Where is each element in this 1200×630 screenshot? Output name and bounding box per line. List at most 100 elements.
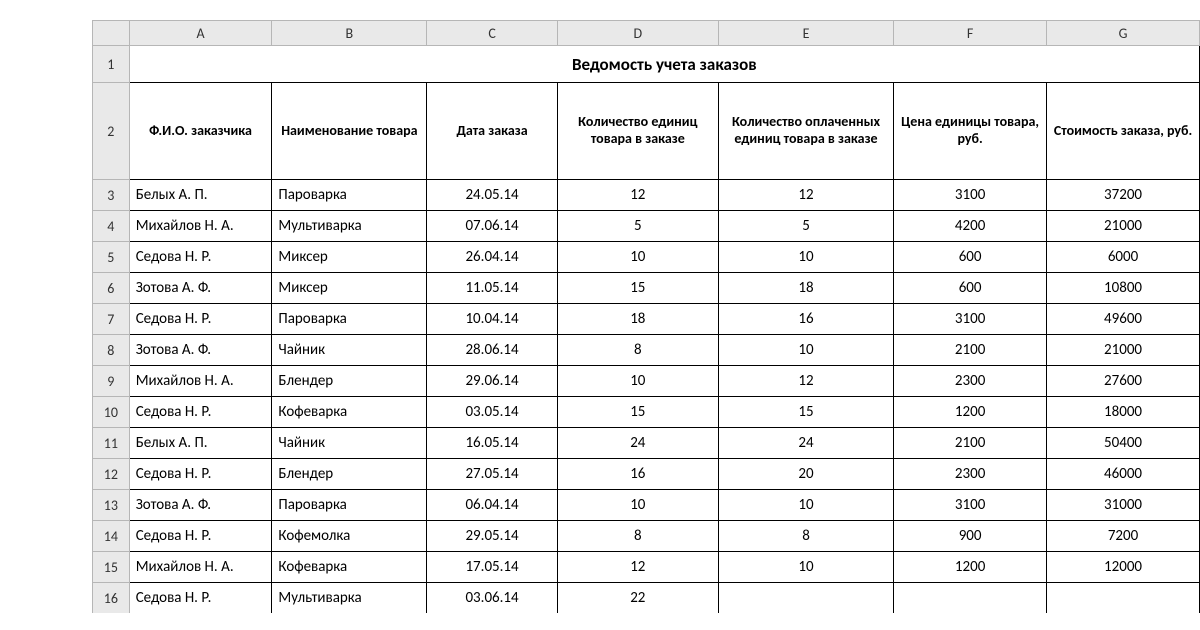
- cell-B15[interactable]: Кофеварка: [272, 552, 427, 583]
- row-header-15[interactable]: 15: [93, 552, 130, 583]
- cell-G5[interactable]: 6000: [1047, 242, 1200, 273]
- cell-G3[interactable]: 37200: [1047, 180, 1200, 211]
- title-cell[interactable]: Ведомость учета заказов: [129, 46, 1199, 83]
- row-header-2[interactable]: 2: [93, 83, 130, 180]
- col-header-F[interactable]: F: [894, 21, 1047, 46]
- cell-E12[interactable]: 20: [718, 459, 893, 490]
- cell-B5[interactable]: Миксер: [272, 242, 427, 273]
- row-header-9[interactable]: 9: [93, 366, 130, 397]
- cell-C8[interactable]: 28.06.14: [427, 335, 557, 366]
- cell-C14[interactable]: 29.05.14: [427, 521, 557, 552]
- cell-C3[interactable]: 24.05.14: [427, 180, 557, 211]
- cell-F8[interactable]: 2100: [894, 335, 1047, 366]
- cell-F12[interactable]: 2300: [894, 459, 1047, 490]
- cell-E10[interactable]: 15: [718, 397, 893, 428]
- header-date[interactable]: Дата заказа: [427, 83, 557, 180]
- cell-A12[interactable]: Седова Н. Р.: [129, 459, 272, 490]
- cell-G8[interactable]: 21000: [1047, 335, 1200, 366]
- col-header-C[interactable]: C: [427, 21, 557, 46]
- cell-B3[interactable]: Пароварка: [272, 180, 427, 211]
- cell-D16[interactable]: 22: [557, 583, 718, 614]
- cell-B10[interactable]: Кофеварка: [272, 397, 427, 428]
- cell-G13[interactable]: 31000: [1047, 490, 1200, 521]
- cell-D9[interactable]: 10: [557, 366, 718, 397]
- header-customer[interactable]: Ф.И.О. заказчика: [129, 83, 272, 180]
- row-header-1[interactable]: 1: [93, 46, 130, 83]
- cell-A15[interactable]: Михайлов Н. А.: [129, 552, 272, 583]
- cell-E4[interactable]: 5: [718, 211, 893, 242]
- cell-D5[interactable]: 10: [557, 242, 718, 273]
- cell-F7[interactable]: 3100: [894, 304, 1047, 335]
- cell-A11[interactable]: Белых А. П.: [129, 428, 272, 459]
- header-cost[interactable]: Стоимость заказа, руб.: [1047, 83, 1200, 180]
- cell-G15[interactable]: 12000: [1047, 552, 1200, 583]
- row-header-3[interactable]: 3: [93, 180, 130, 211]
- cell-A4[interactable]: Михайлов Н. А.: [129, 211, 272, 242]
- cell-B8[interactable]: Чайник: [272, 335, 427, 366]
- cell-D6[interactable]: 15: [557, 273, 718, 304]
- header-product[interactable]: Наименование товара: [272, 83, 427, 180]
- cell-G11[interactable]: 50400: [1047, 428, 1200, 459]
- cell-D10[interactable]: 15: [557, 397, 718, 428]
- cell-E11[interactable]: 24: [718, 428, 893, 459]
- cell-E15[interactable]: 10: [718, 552, 893, 583]
- cell-E13[interactable]: 10: [718, 490, 893, 521]
- col-header-B[interactable]: B: [272, 21, 427, 46]
- cell-A5[interactable]: Седова Н. Р.: [129, 242, 272, 273]
- cell-B7[interactable]: Пароварка: [272, 304, 427, 335]
- col-header-G[interactable]: G: [1047, 21, 1200, 46]
- header-qty-paid[interactable]: Количество оплаченных единиц товара в за…: [718, 83, 893, 180]
- cell-F5[interactable]: 600: [894, 242, 1047, 273]
- cell-D3[interactable]: 12: [557, 180, 718, 211]
- cell-C12[interactable]: 27.05.14: [427, 459, 557, 490]
- cell-A10[interactable]: Седова Н. Р.: [129, 397, 272, 428]
- cell-A9[interactable]: Михайлов Н. А.: [129, 366, 272, 397]
- cell-B6[interactable]: Миксер: [272, 273, 427, 304]
- cell-G6[interactable]: 10800: [1047, 273, 1200, 304]
- cell-E5[interactable]: 10: [718, 242, 893, 273]
- cell-D12[interactable]: 16: [557, 459, 718, 490]
- cell-D11[interactable]: 24: [557, 428, 718, 459]
- cell-F16[interactable]: [894, 583, 1047, 614]
- cell-E16[interactable]: [718, 583, 893, 614]
- row-header-10[interactable]: 10: [93, 397, 130, 428]
- col-header-D[interactable]: D: [557, 21, 718, 46]
- cell-A14[interactable]: Седова Н. Р.: [129, 521, 272, 552]
- cell-B11[interactable]: Чайник: [272, 428, 427, 459]
- cell-C7[interactable]: 10.04.14: [427, 304, 557, 335]
- row-header-4[interactable]: 4: [93, 211, 130, 242]
- cell-D8[interactable]: 8: [557, 335, 718, 366]
- cell-C6[interactable]: 11.05.14: [427, 273, 557, 304]
- row-header-12[interactable]: 12: [93, 459, 130, 490]
- cell-C15[interactable]: 17.05.14: [427, 552, 557, 583]
- row-header-16[interactable]: 16: [93, 583, 130, 614]
- cell-B4[interactable]: Мультиварка: [272, 211, 427, 242]
- cell-C5[interactable]: 26.04.14: [427, 242, 557, 273]
- cell-F6[interactable]: 600: [894, 273, 1047, 304]
- cell-C9[interactable]: 29.06.14: [427, 366, 557, 397]
- cell-A7[interactable]: Седова Н. Р.: [129, 304, 272, 335]
- cell-G4[interactable]: 21000: [1047, 211, 1200, 242]
- cell-E6[interactable]: 18: [718, 273, 893, 304]
- cell-B9[interactable]: Блендер: [272, 366, 427, 397]
- cell-C11[interactable]: 16.05.14: [427, 428, 557, 459]
- row-header-7[interactable]: 7: [93, 304, 130, 335]
- cell-E3[interactable]: 12: [718, 180, 893, 211]
- cell-A13[interactable]: Зотова А. Ф.: [129, 490, 272, 521]
- cell-G14[interactable]: 7200: [1047, 521, 1200, 552]
- row-header-8[interactable]: 8: [93, 335, 130, 366]
- cell-A6[interactable]: Зотова А. Ф.: [129, 273, 272, 304]
- row-header-13[interactable]: 13: [93, 490, 130, 521]
- row-header-11[interactable]: 11: [93, 428, 130, 459]
- cell-A8[interactable]: Зотова А. Ф.: [129, 335, 272, 366]
- header-qty[interactable]: Количество единиц товара в заказе: [557, 83, 718, 180]
- cell-G10[interactable]: 18000: [1047, 397, 1200, 428]
- cell-D7[interactable]: 18: [557, 304, 718, 335]
- col-header-E[interactable]: E: [718, 21, 893, 46]
- cell-G7[interactable]: 49600: [1047, 304, 1200, 335]
- cell-D14[interactable]: 8: [557, 521, 718, 552]
- cell-C13[interactable]: 06.04.14: [427, 490, 557, 521]
- cell-F3[interactable]: 3100: [894, 180, 1047, 211]
- cell-E7[interactable]: 16: [718, 304, 893, 335]
- cell-C16[interactable]: 03.06.14: [427, 583, 557, 614]
